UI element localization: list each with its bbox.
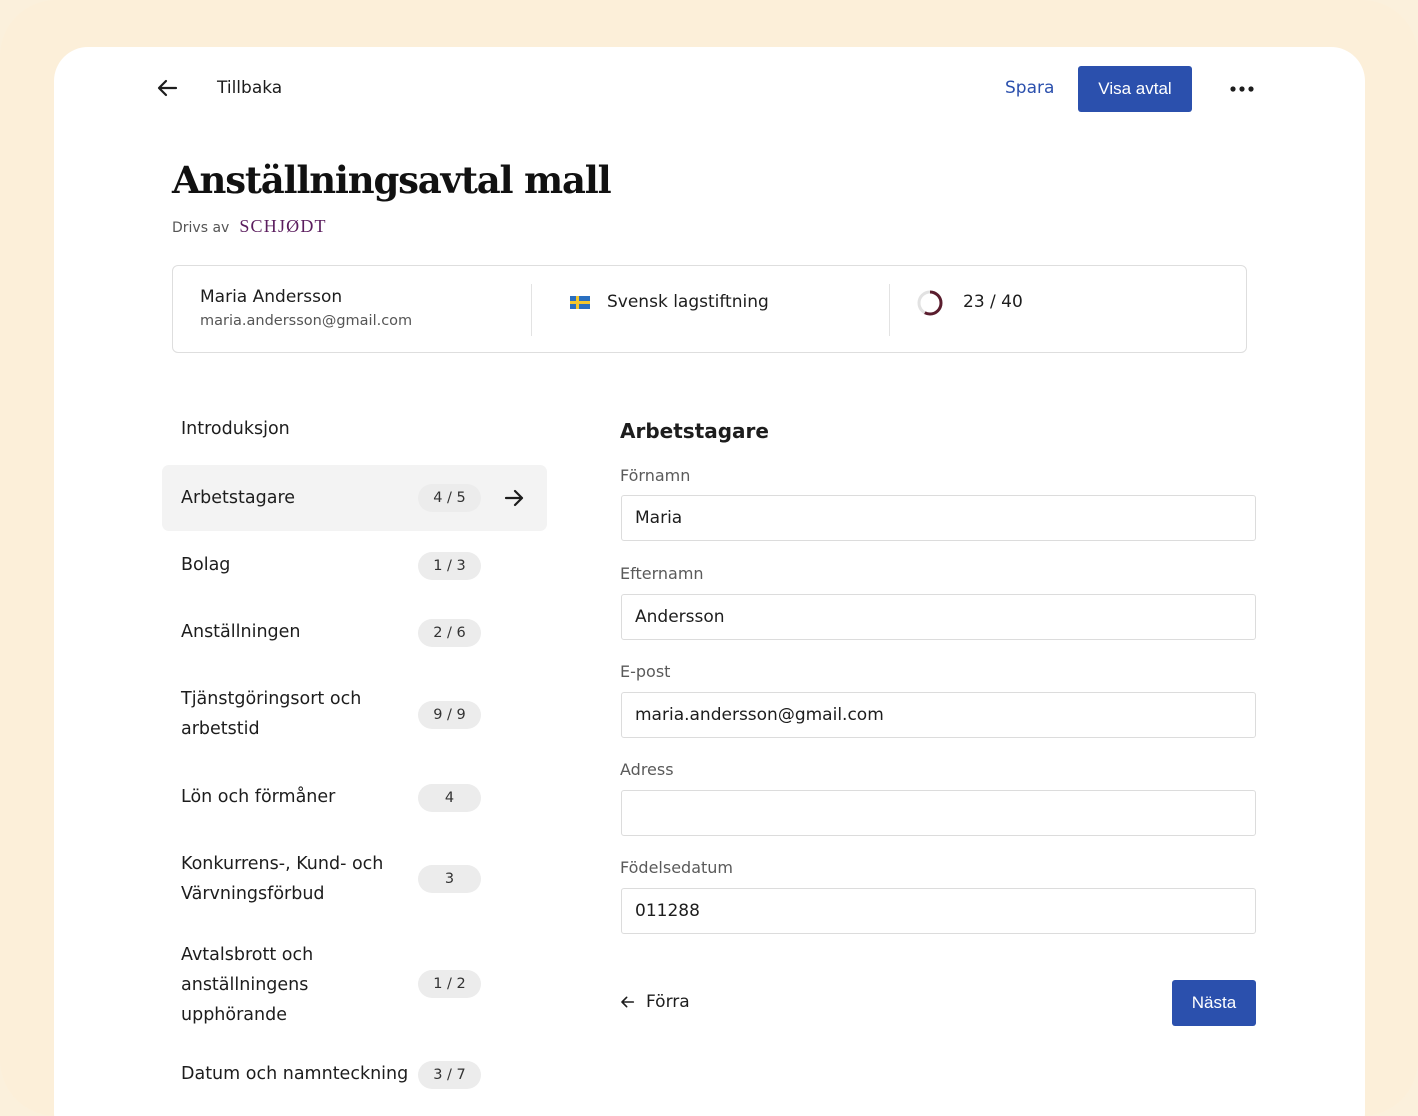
nav-item-label: Avtalsbrott och anställningens upphörand… [181,945,314,1025]
nav-progress-badge: 9 / 9 [418,701,481,729]
arrow-right-icon [504,489,524,507]
progress-info: 23 / 40 [889,284,1246,336]
nav-item-introduction[interactable]: Introduksjon [181,419,290,439]
nav-item-termination[interactable]: Avtalsbrott och anställningens upphörand… [162,939,547,1029]
nav-item-non-compete[interactable]: Konkurrens-, Kund- och Värvningsförbud 3 [162,848,547,912]
last-name-label: Efternamn [620,564,704,583]
nav-item-employment[interactable]: Anställningen 2 / 6 [162,607,547,657]
nav-item-salary-benefits[interactable]: Lön och förmåner 4 [162,772,547,822]
form-title: Arbetstagare [620,419,769,443]
user-name: Maria Andersson [200,287,343,307]
nav-item-label: Datum och namnteckning [181,1064,409,1084]
nav-progress-badge: 3 / 7 [418,1061,481,1089]
first-name-label: Förnamn [620,466,691,485]
last-name-field[interactable] [621,594,1256,640]
nav-item-date-signature[interactable]: Datum och namnteckning 3 / 7 [162,1049,547,1099]
nav-item-label: Konkurrens-, Kund- och Värvningsförbud [181,854,384,904]
nav-progress-badge: 1 / 3 [418,552,481,580]
arrow-left-icon [621,996,635,1008]
birthdate-label: Födelsedatum [620,858,734,877]
show-agreement-button[interactable]: Visa avtal [1078,66,1192,112]
powered-by: Drivs av SCHJØDT [172,216,327,237]
back-link[interactable]: Tillbaka [217,78,282,98]
previous-button[interactable]: Förra [620,992,690,1012]
more-options-icon[interactable] [1226,78,1258,100]
nav-progress-badge: 1 / 2 [418,970,481,998]
nav-item-label: Bolag [181,555,231,575]
page-title: Anställningsavtal mall [172,158,612,202]
address-field[interactable] [621,790,1256,836]
summary-box: Maria Andersson maria.andersson@gmail.co… [172,265,1247,353]
nav-item-label: Anställningen [181,622,301,642]
nav-progress-badge: 4 [418,784,481,812]
previous-label: Förra [646,992,690,1012]
first-name-field[interactable] [621,495,1256,541]
nav-item-employee[interactable]: Arbetstagare 4 / 5 [162,465,547,531]
address-label: Adress [620,760,674,779]
jurisdiction-label: Svensk lagstiftning [607,292,769,312]
nav-item-label: Tjänstgöringsort och arbetstid [181,689,362,739]
nav-item-label: Arbetstagare [181,488,296,508]
jurisdiction-info: Svensk lagstiftning [531,284,889,336]
nav-item-label: Lön och förmåner [181,787,336,807]
next-button[interactable]: Nästa [1172,980,1256,1026]
user-email: maria.andersson@gmail.com [200,313,413,329]
sweden-flag-icon [570,296,590,309]
nav-item-workplace-hours[interactable]: Tjänstgöringsort och arbetstid 9 / 9 [162,683,547,747]
powered-by-prefix: Drivs av [172,220,230,236]
progress-ring-icon [917,290,943,316]
email-label: E-post [620,662,671,681]
nav-progress-badge: 3 [418,865,481,893]
nav-progress-badge: 2 / 6 [418,619,481,647]
back-arrow-icon[interactable] [154,74,182,102]
save-button[interactable]: Spara [1005,78,1054,98]
birthdate-field[interactable] [621,888,1256,934]
nav-progress-badge: 4 / 5 [418,484,481,512]
brand-logo: SCHJØDT [239,216,327,236]
user-info: Maria Andersson maria.andersson@gmail.co… [173,266,531,352]
nav-item-company[interactable]: Bolag 1 / 3 [162,540,547,590]
progress-count: 23 / 40 [963,292,1023,312]
email-field[interactable] [621,692,1256,738]
